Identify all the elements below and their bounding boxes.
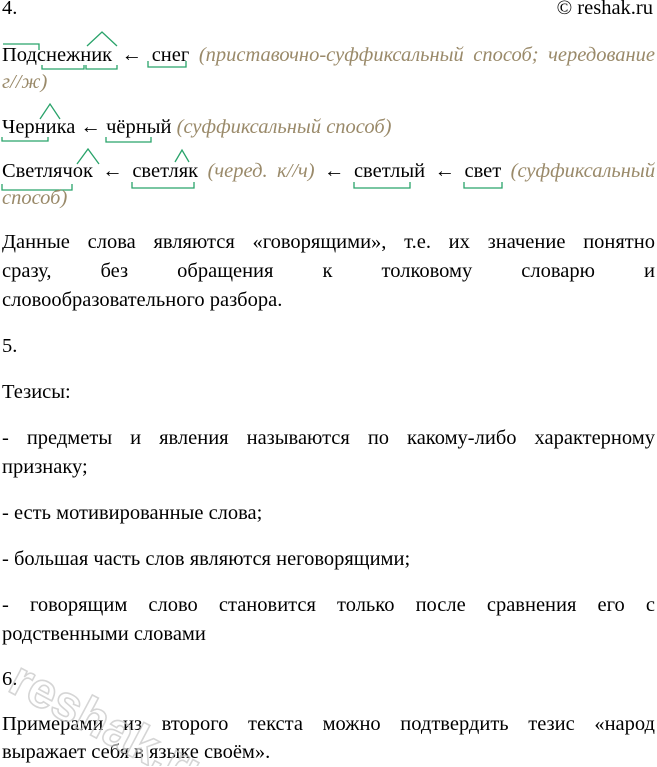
thesis-line: - большая часть слов являются неговорящи… [2,548,411,570]
word-chernika: Черника [1,102,75,142]
thesis-line: - есть мотивированные слова; [2,502,263,524]
paragraph-line: Данные слова являются «говорящими», т.е.… [2,231,655,253]
word-svet: свет [463,156,504,189]
section-number: 5. [2,335,18,357]
derivation-podsnezhnik: Подснежник ← снег (приставочно-суффиксал… [2,31,656,70]
arrow: ← [121,44,143,66]
arrow: ← [102,160,123,182]
derivation-svetlyachok: Светлячок ← светляк (черед. к//ч) ← свет… [1,147,656,191]
thesis-line: признаку; [2,456,88,478]
section-number: 6. [2,668,18,690]
arrow: ← [434,160,456,182]
note-continuation: способ) [2,183,655,213]
word-svetlyy: светлый [353,156,425,189]
note-continuation: г//ж) [2,67,655,97]
section-heading: Тезисы: [2,381,71,403]
note-method: (суффиксальный [510,160,656,182]
task-number: 4. [2,0,18,19]
paragraph-line: словообразовательного разбора. [2,289,283,311]
thesis-line: - говорящим слово становится только посл… [2,594,655,616]
thesis-line: - предметы и явления называются по каком… [2,427,655,449]
paragraph-line: выражает себя в языке своём». [2,741,271,763]
derivation-chernika: Черника ← чёрный (суффиксальный способ) [1,102,655,143]
word-svetlyak: светляк [131,148,198,189]
note-method: (суффиксальный способ) [176,116,392,138]
arrow: ← [80,116,102,138]
note-method: (приставочно-суффиксальный способ; черед… [198,44,656,66]
paragraph-line: сразу, без обращения к толковому словарю… [2,260,655,282]
word-sneg: снег [147,40,189,70]
note-alternation: г//ж) [2,71,48,93]
thesis-line: родственными словами [2,623,206,645]
note-method-end: способ) [2,187,68,209]
note-alternation: (черед. к//ч) [207,160,315,182]
word-chernyy: чёрный [105,112,172,143]
paragraph-line: Примерами из второго текста можно подтве… [2,713,655,735]
arrow: ← [324,160,345,182]
word-podsnezhnik: Подснежник [2,31,118,70]
source-label: © reshak.ru [556,0,653,19]
word-svetlyachok: Светлячок [1,147,100,191]
